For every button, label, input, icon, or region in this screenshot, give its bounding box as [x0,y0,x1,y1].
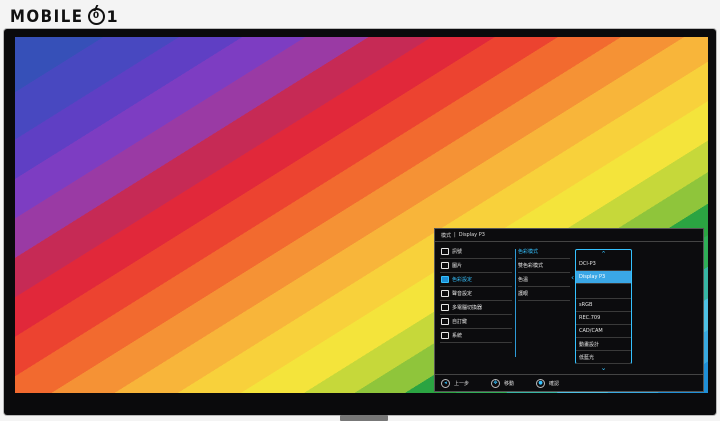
osd-main-item-label: 多電腦切換器 [452,305,483,311]
osd-main-item-label: 色彩設定 [452,277,473,283]
audio-icon [441,290,449,297]
footer-move-label: 移動 [504,380,515,387]
osd-main-item-label: 圖片 [452,263,463,269]
chevron-down-icon[interactable]: ⌄ [576,364,631,372]
custom-key-icon [441,318,449,325]
osd-options-list: ⌃ DCI-P3 Display P3 sRGB REC.709 CAD/CAM… [575,249,632,372]
osd-header-divider: | [454,232,456,238]
logo-badge-icon: 0 [87,7,105,25]
input-icon [441,248,449,255]
osd-main-item-label: 訊號 [452,249,463,255]
osd-main-item-audio[interactable]: 聲音設定 [440,287,512,301]
osd-main-item-kvm[interactable]: 多電腦切換器 [440,301,512,315]
osd-main-item-system[interactable]: 系統 [440,329,512,343]
osd-sub-item-color-temp[interactable]: 色溫 [518,273,570,287]
osd-main-item-color[interactable]: 色彩設定 [440,273,512,287]
osd-option-low-blue-light[interactable]: 低藍光 [576,351,631,364]
monitor-stand [340,415,388,421]
osd-footer: ◂ 上一步 ✥ 移動 ● 確認 [435,374,703,391]
osd-main-item-label: 自訂鍵 [452,319,468,325]
confirm-nav-icon: ● [536,378,546,388]
osd-sub-item-color-mode[interactable]: 色彩模式 [518,245,570,259]
osd-mode-label: 模式 [441,232,452,239]
color-icon [441,276,449,283]
osd-mode-value: Display P3 [458,232,485,238]
osd-sub-item-eye-care[interactable]: 護眼 [518,287,570,301]
osd-column-divider [515,249,516,357]
chevron-up-icon[interactable]: ⌃ [576,250,631,258]
osd-sub-menu: 色彩模式 雙色彩模式 色溫 護眼 [518,245,570,301]
osd-option-dci-p3[interactable]: DCI-P3 [576,258,631,271]
site-logo: MOBILE 0 1 [10,5,118,27]
osd-main-item-label: 系統 [452,333,463,339]
osd-main-item-label: 聲音設定 [452,291,473,297]
back-nav-icon: ◂ [441,378,450,388]
osd-option-srgb[interactable]: sRGB [576,299,631,312]
picture-icon [441,262,449,269]
osd-option-display-p3[interactable]: Display P3 [576,271,631,284]
osd-option-rec709[interactable]: REC.709 [576,312,631,325]
footer-confirm-label: 確認 [549,380,560,387]
chevron-left-icon: ‹ [571,273,575,282]
kvm-icon [441,304,449,311]
footer-prev-label: 上一步 [454,380,470,387]
osd-header: 模式 | Display P3 [435,229,703,242]
osd-main-item-signal[interactable]: 訊號 [440,245,512,259]
osd-menu: 模式 | Display P3 訊號 圖片 色彩設定 聲音設定 多電腦切換器 自… [434,228,704,392]
osd-option-animation[interactable]: 動畫設計 [576,338,631,351]
osd-option-empty [576,284,631,299]
logo-suffix: 1 [106,6,118,26]
move-nav-icon: ✥ [491,378,501,388]
osd-body: 訊號 圖片 色彩設定 聲音設定 多電腦切換器 自訂鍵 系統 色彩模式 雙色彩模式… [435,245,703,372]
osd-option-cad-cam[interactable]: CAD/CAM [576,325,631,338]
logo-text: MOBILE [10,5,84,27]
system-icon [441,332,449,339]
osd-main-menu: 訊號 圖片 色彩設定 聲音設定 多電腦切換器 自訂鍵 系統 [440,245,512,343]
osd-sub-item-dual-color-mode[interactable]: 雙色彩模式 [518,259,570,273]
osd-main-item-picture[interactable]: 圖片 [440,259,512,273]
osd-main-item-custom-key[interactable]: 自訂鍵 [440,315,512,329]
